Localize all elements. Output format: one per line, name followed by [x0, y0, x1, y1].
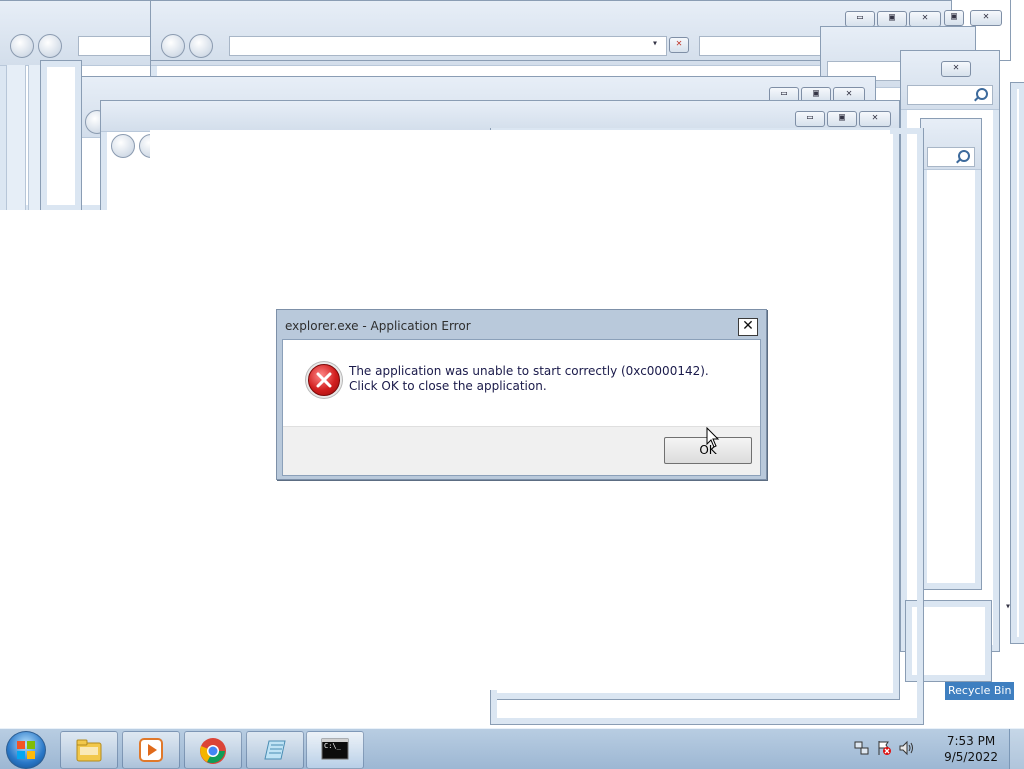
show-desktop-button[interactable]	[1009, 729, 1024, 769]
back-icon	[111, 134, 135, 158]
error-icon	[308, 364, 340, 396]
close-button[interactable]: ✕	[970, 10, 1002, 26]
clock-date: 9/5/2022	[944, 750, 998, 764]
maximize-button[interactable]: ▣	[944, 10, 964, 26]
ghost-explorer-window	[920, 118, 982, 590]
dialog-close-button[interactable]: ✕	[738, 318, 758, 336]
taskbar-media-player[interactable]	[122, 731, 180, 769]
media-player-icon	[139, 738, 163, 762]
recycle-bin-label[interactable]: Recycle Bin	[945, 682, 1015, 700]
clock-time: 7:53 PM	[946, 734, 996, 748]
close-button[interactable]: ✕	[941, 61, 971, 77]
address-bar[interactable]	[78, 36, 160, 56]
search-input[interactable]	[927, 147, 975, 167]
windows-logo-icon	[17, 741, 35, 759]
error-dialog: explorer.exe - Application Error ✕ The a…	[276, 309, 767, 480]
taskbar-file-explorer[interactable]	[60, 731, 118, 769]
search-input[interactable]	[907, 85, 993, 105]
forward-icon	[38, 34, 62, 58]
close-button[interactable]: ✕	[859, 111, 891, 127]
ghost-explorer-window	[1010, 82, 1024, 644]
taskbar-command-prompt[interactable]: C:\_	[306, 731, 364, 769]
action-center-flag-icon[interactable]	[876, 740, 892, 756]
error-message: The application was unable to start corr…	[349, 364, 709, 393]
taskbar-chrome[interactable]	[184, 731, 242, 769]
clock[interactable]: 7:53 PM 9/5/2022	[944, 733, 998, 765]
dialog-title: explorer.exe - Application Error	[285, 319, 471, 333]
minimize-button[interactable]: ▭	[795, 111, 825, 127]
search-icon	[958, 150, 970, 162]
notepad-icon	[264, 740, 286, 760]
taskbar-notepad[interactable]	[246, 731, 304, 769]
desktop: ▭ ▣ ✕ ▾ ✕ ▣ ✕ ✕ ▾ ▭ ▣ ✕ ▭ ▣ ✕ Recycle Bi…	[0, 0, 1024, 728]
start-button[interactable]	[6, 731, 46, 769]
taskbar: C:\_ 7:53 PM 9/5/2022	[0, 728, 1024, 769]
mouse-cursor-icon	[706, 427, 720, 448]
network-icon[interactable]	[854, 740, 870, 756]
system-tray: 7:53 PM 9/5/2022	[854, 729, 1024, 769]
ghost-explorer-window	[40, 60, 82, 212]
maximize-button[interactable]: ▣	[827, 111, 857, 127]
chrome-icon	[200, 738, 226, 764]
cmd-prompt-glyph: C:\_	[324, 742, 341, 750]
search-icon	[976, 88, 988, 100]
dialog-body: The application was unable to start corr…	[282, 339, 761, 476]
volume-icon[interactable]	[898, 740, 914, 756]
file-explorer-icon	[76, 739, 102, 762]
back-icon	[10, 34, 34, 58]
dialog-button-bar: OK	[283, 426, 760, 475]
